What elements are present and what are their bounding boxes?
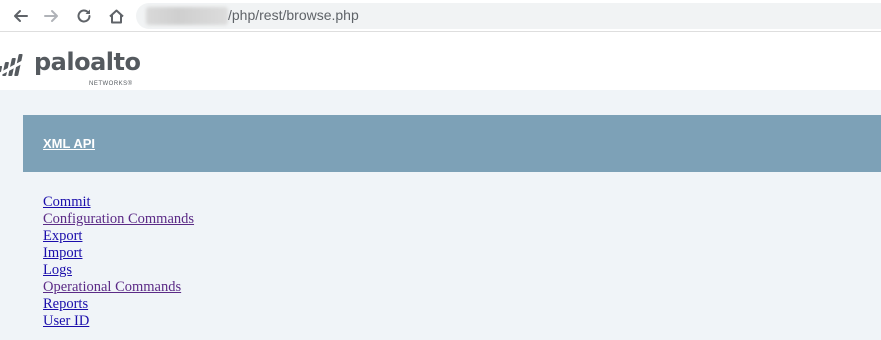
browser-toolbar: /php/rest/browse.php xyxy=(0,0,881,32)
list-item: Configuration Commands xyxy=(43,210,194,227)
list-item: Commit xyxy=(43,193,194,210)
configuration-commands-link[interactable]: Configuration Commands xyxy=(43,211,194,227)
url-text: /php/rest/browse.php xyxy=(228,7,359,23)
list-item: Export xyxy=(43,227,194,244)
home-button[interactable] xyxy=(104,4,128,28)
back-button[interactable] xyxy=(8,4,32,28)
reload-icon xyxy=(77,9,91,23)
arrow-right-icon xyxy=(44,10,58,22)
reports-link[interactable]: Reports xyxy=(43,296,88,312)
paloalto-logo-icon xyxy=(0,54,30,76)
commit-link[interactable]: Commit xyxy=(43,194,91,210)
redacted-host xyxy=(146,7,228,25)
user-id-link[interactable]: User ID xyxy=(43,313,89,329)
forward-button[interactable] xyxy=(40,4,64,28)
api-header-bar: XML API xyxy=(23,115,881,172)
arrow-left-icon xyxy=(14,10,28,22)
address-bar[interactable]: /php/rest/browse.php xyxy=(136,3,881,29)
logo-subtext: NETWORKS® xyxy=(89,81,133,87)
import-link[interactable]: Import xyxy=(43,245,82,261)
home-icon xyxy=(108,9,124,23)
list-item: Operational Commands xyxy=(43,278,194,295)
list-item: User ID xyxy=(43,312,194,329)
reload-button[interactable] xyxy=(72,4,96,28)
list-item: Import xyxy=(43,244,194,261)
logo-wordmark: paloalto xyxy=(34,48,141,76)
xml-api-link[interactable]: XML API xyxy=(43,136,95,151)
list-item: Reports xyxy=(43,295,194,312)
page-content: paloalto NETWORKS® XML API Commit Config… xyxy=(0,33,881,340)
operational-commands-link[interactable]: Operational Commands xyxy=(43,279,181,295)
paloalto-logo: paloalto NETWORKS® xyxy=(0,47,150,89)
api-link-list: Commit Configuration Commands Export Imp… xyxy=(43,193,194,329)
export-link[interactable]: Export xyxy=(43,228,82,244)
logs-link[interactable]: Logs xyxy=(43,262,72,278)
list-item: Logs xyxy=(43,261,194,278)
